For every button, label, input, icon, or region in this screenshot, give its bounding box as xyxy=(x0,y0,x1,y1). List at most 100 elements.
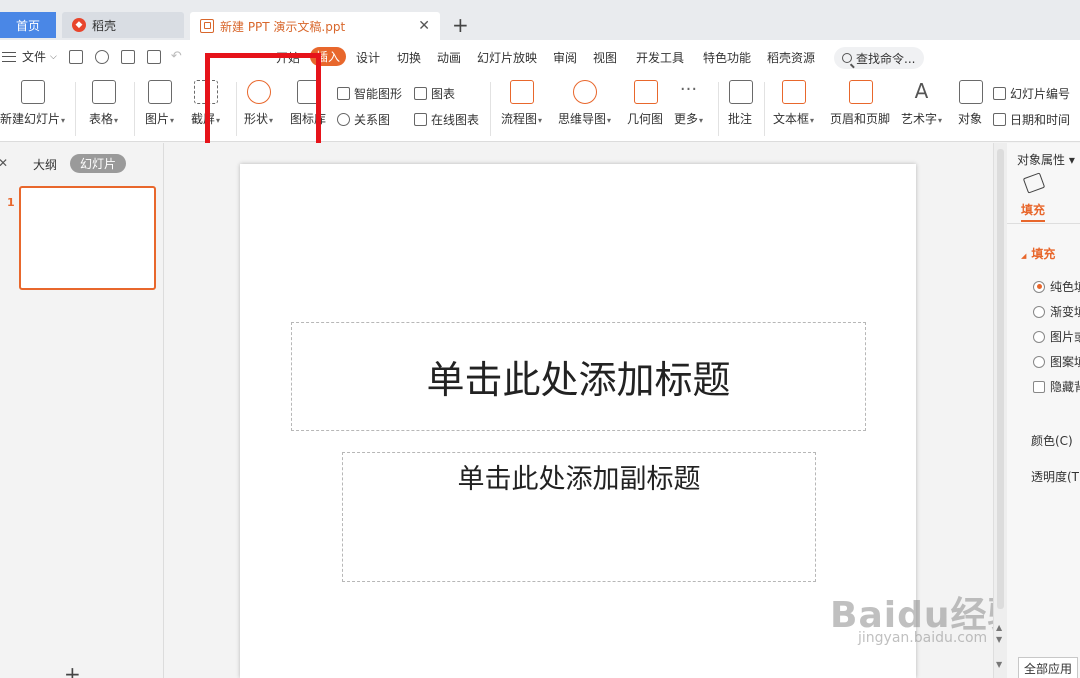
new-tab-plus-icon[interactable]: + xyxy=(452,13,469,37)
slide-number-button[interactable]: 幻灯片编号 xyxy=(993,85,1070,102)
tab-slideshow[interactable]: 幻灯片放映 xyxy=(477,49,537,66)
outline-tab[interactable]: 大纲 xyxy=(33,156,57,173)
tab-developer[interactable]: 开发工具 xyxy=(636,49,684,66)
datetime-button[interactable]: 日期和时间 xyxy=(993,111,1070,128)
relation-chart-label: 关系图 xyxy=(354,113,391,127)
relation-chart-button[interactable]: 关系图 xyxy=(337,111,390,128)
smart-shape-button[interactable]: 智能图形 xyxy=(337,85,402,102)
tab-review[interactable]: 审阅 xyxy=(553,49,577,66)
hide-background-check[interactable] xyxy=(1033,380,1045,393)
close-tab-icon[interactable]: ✕ xyxy=(418,18,430,34)
fill-bucket-icon[interactable] xyxy=(1022,172,1046,194)
export-icon[interactable] xyxy=(94,49,109,64)
fill-option-pattern[interactable]: 图案填充 xyxy=(1033,353,1080,370)
slide-thumbnail[interactable] xyxy=(19,186,156,290)
print-preview-icon[interactable] xyxy=(146,49,161,64)
table-label: 表格 xyxy=(89,110,118,127)
geometry-button[interactable]: 几何图 xyxy=(627,80,664,127)
ribbon-divider xyxy=(490,82,491,136)
chart-icon xyxy=(414,87,427,100)
header-footer-button[interactable]: 页眉和页脚 xyxy=(830,80,891,127)
wordart-label: 艺术字 xyxy=(901,110,942,127)
shape-highlight-box xyxy=(205,53,321,156)
tab-document[interactable]: 新建 PPT 演示文稿.ppt ✕ xyxy=(190,12,440,40)
hide-background-checkbox[interactable]: 隐藏背景图形 xyxy=(1033,378,1080,395)
scroll-page-down-icon[interactable]: ▼ xyxy=(996,660,1002,669)
file-menu[interactable]: 文件 xyxy=(22,48,46,65)
scroll-up-icon[interactable]: ▲ xyxy=(996,623,1002,632)
radio-pattern[interactable] xyxy=(1033,355,1045,368)
fill-tab[interactable]: 填充 xyxy=(1021,201,1046,222)
tab-transition[interactable]: 切换 xyxy=(397,49,421,66)
apply-all-button[interactable]: 全部应用 xyxy=(1018,657,1079,678)
tab-view[interactable]: 视图 xyxy=(593,49,617,66)
title-tab-bar: 首页 ◆ 稻壳 新建 PPT 演示文稿.ppt ✕ + xyxy=(0,0,1080,40)
wordart-icon: A xyxy=(914,79,929,103)
save-icon[interactable] xyxy=(68,49,83,64)
wordart-button[interactable]: A 艺术字 xyxy=(901,80,942,127)
subtitle-placeholder[interactable]: 单击此处添加副标题 xyxy=(342,452,816,582)
chart-button[interactable]: 图表 xyxy=(414,85,455,102)
fill-section-header[interactable]: 填充 xyxy=(1021,245,1055,262)
vertical-scrollbar[interactable]: ▲ ▼ ▼ xyxy=(993,143,1007,678)
radio-picture[interactable] xyxy=(1033,330,1045,343)
fill-option-gradient[interactable]: 渐变填充 xyxy=(1033,303,1080,320)
tab-daoke-resources[interactable]: 稻壳资源 xyxy=(767,49,815,66)
file-menu-area: 文件 ⌵ ↶ xyxy=(0,48,182,65)
radio-solid[interactable] xyxy=(1033,280,1045,293)
file-dropdown-chevron-icon[interactable]: ⌵ xyxy=(50,52,57,62)
new-slide-button[interactable]: 新建幻灯片 xyxy=(0,80,65,127)
comment-label: 批注 xyxy=(728,112,753,126)
header-footer-icon xyxy=(848,80,873,104)
slides-tab[interactable]: 幻灯片 xyxy=(70,154,127,173)
tab-home[interactable]: 首页 xyxy=(0,12,56,38)
tab-features[interactable]: 特色功能 xyxy=(703,49,751,66)
table-icon xyxy=(91,80,116,104)
object-label: 对象 xyxy=(958,112,983,126)
picture-button[interactable]: 图片 xyxy=(145,80,174,127)
scroll-down-icon[interactable]: ▼ xyxy=(996,635,1002,644)
new-slide-icon xyxy=(20,80,45,104)
fill-option-solid[interactable]: 纯色填充 xyxy=(1033,278,1080,295)
textbox-icon xyxy=(781,80,806,104)
ribbon-divider xyxy=(134,82,135,136)
ppt-file-icon xyxy=(200,19,214,33)
slide-pane: ✕ 大纲 幻灯片 1 + xyxy=(0,143,164,678)
slide-number-label: 幻灯片编号 xyxy=(1010,87,1071,101)
flowchart-button[interactable]: 流程图 xyxy=(501,80,542,127)
fill-option-picture-label: 图片或纹理填充 xyxy=(1050,330,1080,344)
more-button[interactable]: ··· 更多 xyxy=(674,80,703,127)
radio-gradient[interactable] xyxy=(1033,305,1045,318)
comment-button[interactable]: 批注 xyxy=(728,80,753,127)
slide-thumbnail-number: 1 xyxy=(7,196,15,209)
picture-icon xyxy=(147,80,172,104)
online-chart-button[interactable]: 在线图表 xyxy=(414,111,479,128)
calendar-icon xyxy=(993,113,1006,126)
tab-animation[interactable]: 动画 xyxy=(437,49,461,66)
object-properties-pane: 对象属性 ▾ 填充 填充 纯色填充 渐变填充 图片或纹理填充 图案填充 隐藏背景… xyxy=(1007,143,1080,678)
fill-option-picture[interactable]: 图片或纹理填充 xyxy=(1033,328,1080,345)
print-icon[interactable] xyxy=(120,49,135,64)
tab-daoke[interactable]: ◆ 稻壳 xyxy=(62,12,184,38)
chart-label: 图表 xyxy=(431,87,456,101)
add-slide-plus-icon[interactable]: + xyxy=(64,662,81,678)
slide-canvas[interactable]: 单击此处添加标题 单击此处添加副标题 xyxy=(240,164,916,678)
table-button[interactable]: 表格 xyxy=(89,80,118,127)
apply-all-label: 全部应用 xyxy=(1024,661,1073,676)
undo-icon[interactable]: ↶ xyxy=(171,49,182,64)
menu-bar: 文件 ⌵ ↶ 开始 插入 设计 切换 动画 幻灯片放映 审阅 视图 开发工具 特… xyxy=(0,40,1080,76)
collapse-pane-icon[interactable]: ✕ xyxy=(0,156,8,170)
properties-title[interactable]: 对象属性 ▾ xyxy=(1017,151,1075,168)
hamburger-menu-icon[interactable] xyxy=(2,51,16,62)
search-command-box[interactable]: 查找命令... xyxy=(834,47,924,69)
insert-ribbon: 新建幻灯片 表格 图片 截屏 形状 图标库 智能图形 图表 关系图 在线图表 xyxy=(0,76,1080,142)
hide-background-label: 隐藏背景图形 xyxy=(1050,380,1080,394)
tab-design[interactable]: 设计 xyxy=(356,49,380,66)
mindmap-button[interactable]: 思维导图 xyxy=(558,80,611,127)
object-button[interactable]: 对象 xyxy=(958,80,983,127)
textbox-button[interactable]: 文本框 xyxy=(773,80,814,127)
object-icon xyxy=(958,80,983,104)
title-placeholder[interactable]: 单击此处添加标题 xyxy=(291,322,866,431)
scrollbar-thumb[interactable] xyxy=(997,149,1004,609)
tab-daoke-label: 稻壳 xyxy=(92,18,117,33)
